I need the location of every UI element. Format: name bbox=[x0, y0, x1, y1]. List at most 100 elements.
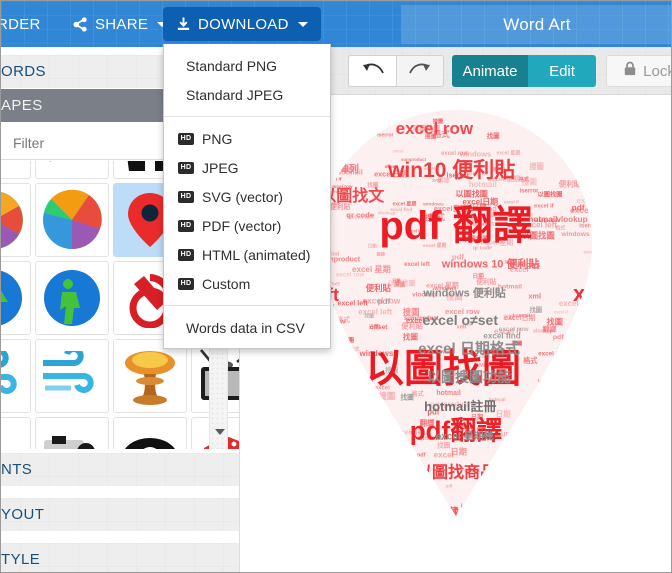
svg-text:便利貼: 便利貼 bbox=[559, 179, 582, 189]
svg-text:格式: 格式 bbox=[477, 511, 494, 521]
cloud-word: excel row bbox=[396, 119, 474, 138]
menu-item-pdf-vector[interactable]: HD PDF (vector) bbox=[164, 211, 330, 240]
animate-button[interactable]: Animate bbox=[452, 55, 528, 87]
sidebar-item-shapes-label: APES bbox=[1, 97, 43, 114]
shape-cell-blue-recycle[interactable] bbox=[1, 261, 31, 335]
svg-text:iserror: iserror bbox=[377, 133, 393, 139]
svg-text:excel row: excel row bbox=[441, 151, 469, 157]
svg-text:offset: offset bbox=[528, 111, 547, 118]
svg-text:pdf: pdf bbox=[315, 395, 326, 402]
hd-badge-icon: HD bbox=[178, 219, 194, 232]
svg-text:以圖找圖: 以圖找圖 bbox=[312, 394, 342, 403]
svg-text:便利貼: 便利貼 bbox=[576, 117, 591, 124]
svg-text:vlookup: vlookup bbox=[602, 168, 626, 175]
svg-text:hotmail: hotmail bbox=[564, 353, 580, 358]
shape-cell-barcode[interactable] bbox=[1, 417, 31, 449]
svg-text:excel 星期: excel 星期 bbox=[523, 463, 545, 470]
svg-text:excel left: excel left bbox=[347, 214, 375, 221]
menu-item-label: SVG (vector) bbox=[202, 188, 283, 205]
svg-text:hotmail: hotmail bbox=[434, 520, 456, 527]
svg-text:搜圖: 搜圖 bbox=[522, 177, 538, 187]
cloud-word: excel 日期格式 bbox=[418, 340, 520, 358]
download-button[interactable]: DOWNLOAD bbox=[163, 7, 321, 41]
svg-text:offset: offset bbox=[343, 120, 358, 126]
cloud-word: qr code掃描 bbox=[299, 451, 372, 466]
sidebar-item-fonts[interactable]: NTS bbox=[1, 453, 239, 487]
svg-text:日期: 日期 bbox=[322, 501, 336, 510]
shape-cell-wind-gust[interactable] bbox=[35, 339, 109, 413]
svg-text:vlookup: vlookup bbox=[606, 414, 622, 419]
menu-item-svg-vector[interactable]: HD SVG (vector) bbox=[164, 182, 330, 211]
sidebar-item-style[interactable]: TYLE bbox=[1, 543, 239, 572]
svg-text:找圖: 找圖 bbox=[268, 380, 280, 388]
menu-item-label: Standard PNG bbox=[186, 57, 278, 74]
cloud-word: xml檔 bbox=[488, 522, 510, 532]
svg-text:excel left: excel left bbox=[362, 455, 398, 465]
svg-text:qr code: qr code bbox=[621, 529, 639, 535]
svg-text:找圖: 找圖 bbox=[530, 305, 543, 314]
share-label: SHARE bbox=[95, 15, 149, 33]
redo-button[interactable] bbox=[396, 55, 444, 87]
shape-cell-ribbon[interactable] bbox=[1, 161, 31, 179]
svg-text:excel left: excel left bbox=[616, 486, 638, 492]
svg-text:找圖: 找圖 bbox=[590, 269, 603, 278]
filter-input[interactable] bbox=[1, 134, 181, 151]
svg-text:找圖: 找圖 bbox=[580, 497, 595, 506]
svg-text:excel find: excel find bbox=[602, 442, 626, 448]
shape-cell-person-recycling[interactable] bbox=[35, 261, 109, 335]
edit-button[interactable]: Edit bbox=[528, 55, 596, 87]
svg-text:excel row: excel row bbox=[390, 110, 419, 117]
menu-item-png[interactable]: HD PNG bbox=[164, 124, 330, 153]
svg-text:offset: offset bbox=[274, 510, 287, 515]
sidebar-item-layout-label: YOUT bbox=[1, 506, 45, 523]
svg-text:vlookup: vlookup bbox=[508, 483, 529, 489]
svg-text:excel: excel bbox=[584, 250, 594, 255]
svg-text:日期: 日期 bbox=[582, 417, 594, 425]
sidebar-item-fonts-label: NTS bbox=[1, 461, 33, 478]
chevron-down-icon[interactable] bbox=[215, 429, 225, 435]
svg-text:搜圖: 搜圖 bbox=[593, 382, 606, 391]
svg-text:日期: 日期 bbox=[536, 493, 546, 500]
shape-cell-wind[interactable] bbox=[1, 339, 31, 413]
lock-button[interactable]: Lock bbox=[606, 55, 671, 87]
document-title-field[interactable]: Word Art bbox=[401, 5, 671, 44]
share-button[interactable]: SHARE bbox=[73, 9, 168, 39]
shape-cell-yellow-swirl[interactable] bbox=[35, 161, 109, 179]
undo-button[interactable] bbox=[348, 55, 396, 87]
svg-text:便利貼: 便利貼 bbox=[629, 516, 646, 524]
shape-cell-camera[interactable] bbox=[35, 417, 109, 449]
shape-cell-camera-aperture[interactable] bbox=[35, 183, 109, 257]
svg-text:win10: win10 bbox=[587, 401, 606, 408]
svg-text:hotmail: hotmail bbox=[410, 524, 426, 529]
svg-text:以圖找圖: 以圖找圖 bbox=[383, 512, 415, 522]
svg-text:vlookup: vlookup bbox=[380, 500, 402, 506]
svg-text:翻譯: 翻譯 bbox=[608, 366, 623, 375]
svg-text:offset: offset bbox=[335, 474, 348, 480]
svg-text:excel 星期: excel 星期 bbox=[352, 424, 374, 431]
menu-item-standard-png[interactable]: Standard PNG bbox=[164, 51, 330, 80]
reorder-button[interactable]: ORDER bbox=[1, 9, 41, 39]
menu-item-words-data-in-csv[interactable]: Words data in CSV bbox=[164, 313, 330, 342]
svg-text:找圖: 找圖 bbox=[403, 331, 419, 341]
svg-text:找圖: 找圖 bbox=[565, 424, 579, 433]
svg-text:sumproduct: sumproduct bbox=[592, 144, 627, 151]
menu-item-standard-jpeg[interactable]: Standard JPEG bbox=[164, 80, 330, 109]
shape-cell-eye-target[interactable] bbox=[113, 417, 187, 449]
svg-text:excel left: excel left bbox=[481, 515, 514, 524]
svg-text:qr code: qr code bbox=[606, 188, 626, 194]
shape-cell-color-wheel[interactable] bbox=[1, 183, 31, 257]
svg-text:excel left: excel left bbox=[378, 486, 406, 493]
menu-item-html-animated[interactable]: HD HTML (animated) bbox=[164, 240, 330, 269]
download-icon bbox=[176, 16, 191, 32]
menu-item-label: HTML (animated) bbox=[202, 246, 311, 263]
svg-text:excel find: excel find bbox=[534, 442, 570, 451]
svg-text:excel left: excel left bbox=[274, 419, 303, 426]
svg-text:xml: xml bbox=[636, 428, 647, 435]
sidebar-item-layout[interactable]: YOUT bbox=[1, 498, 239, 532]
menu-item-jpeg[interactable]: HD JPEG bbox=[164, 153, 330, 182]
svg-text:offset: offset bbox=[552, 485, 566, 491]
menu-item-custom[interactable]: HD Custom bbox=[164, 269, 330, 298]
menu-separator bbox=[164, 116, 330, 117]
svg-text:excel 星期: excel 星期 bbox=[496, 150, 520, 157]
shape-cell-mushroom-cloud[interactable] bbox=[113, 339, 187, 413]
